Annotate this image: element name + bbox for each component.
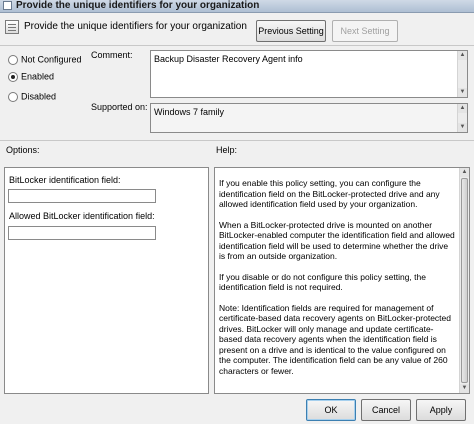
radio-enabled[interactable]: Enabled bbox=[8, 71, 54, 83]
help-paragraph: If you enable this policy setting, you c… bbox=[219, 178, 440, 209]
cancel-button[interactable]: Cancel bbox=[361, 399, 411, 421]
scroll-up-arrow-icon[interactable]: ▲ bbox=[458, 104, 467, 113]
previous-setting-button[interactable]: Previous Setting bbox=[256, 20, 326, 42]
scroll-down-arrow-icon[interactable]: ▼ bbox=[460, 384, 469, 393]
help-text: If you enable this policy setting, you c… bbox=[219, 178, 455, 386]
radio-enabled-indicator[interactable] bbox=[8, 71, 18, 82]
radio-disabled[interactable]: Disabled bbox=[8, 91, 56, 103]
radio-enabled-label: Enabled bbox=[21, 71, 55, 82]
comment-value: Backup Disaster Recovery Agent info bbox=[154, 54, 303, 64]
next-setting-button[interactable]: Next Setting bbox=[332, 20, 398, 42]
apply-button[interactable]: Apply bbox=[416, 399, 466, 421]
help-scroll-thumb[interactable] bbox=[461, 178, 468, 383]
bitlocker-id-field-label: BitLocker identification field: bbox=[9, 175, 121, 185]
supported-scrollbar[interactable]: ▲ ▼ bbox=[457, 104, 467, 132]
options-label: Options: bbox=[6, 145, 40, 155]
help-label: Help: bbox=[216, 145, 238, 155]
comment-textbox[interactable]: Backup Disaster Recovery Agent info ▲ ▼ bbox=[150, 50, 468, 98]
help-paragraph: If you disable or do not configure this … bbox=[219, 271, 426, 293]
setting-icon bbox=[5, 20, 19, 34]
scroll-up-arrow-icon[interactable]: ▲ bbox=[458, 51, 467, 60]
allowed-bitlocker-id-field-input[interactable] bbox=[8, 226, 156, 240]
scroll-down-arrow-icon[interactable]: ▼ bbox=[458, 123, 467, 132]
scroll-up-arrow-icon[interactable]: ▲ bbox=[460, 168, 469, 177]
allowed-bitlocker-id-field-label: Allowed BitLocker identification field: bbox=[9, 211, 155, 221]
comment-label: Comment: bbox=[91, 50, 133, 60]
supported-on-label: Supported on: bbox=[91, 102, 148, 112]
radio-not-configured[interactable]: Not Configured bbox=[8, 54, 82, 66]
header-separator bbox=[0, 45, 474, 46]
help-paragraph: When a BitLocker-protected drive is moun… bbox=[219, 219, 455, 262]
supported-on-value: Windows 7 family bbox=[154, 107, 225, 117]
radio-not-configured-label: Not Configured bbox=[21, 54, 82, 65]
policy-icon bbox=[3, 1, 12, 10]
options-panel: BitLocker identification field: Allowed … bbox=[4, 167, 209, 394]
help-panel: If you enable this policy setting, you c… bbox=[214, 167, 470, 394]
bitlocker-id-field-input[interactable] bbox=[8, 189, 156, 203]
section-separator bbox=[0, 140, 474, 141]
ok-button[interactable]: OK bbox=[306, 399, 356, 421]
radio-disabled-indicator[interactable] bbox=[8, 91, 18, 102]
setting-name: Provide the unique identifiers for your … bbox=[24, 21, 247, 32]
scroll-down-arrow-icon[interactable]: ▼ bbox=[458, 88, 467, 97]
window-titlebar[interactable]: Provide the unique identifiers for your … bbox=[0, 0, 474, 13]
radio-not-configured-indicator[interactable] bbox=[8, 54, 18, 65]
comment-scrollbar[interactable]: ▲ ▼ bbox=[457, 51, 467, 97]
supported-on-textbox: Windows 7 family ▲ ▼ bbox=[150, 103, 468, 133]
radio-disabled-label: Disabled bbox=[21, 91, 57, 102]
help-paragraph: Note: Identification fields are required… bbox=[219, 302, 451, 376]
window-title: Provide the unique identifiers for your … bbox=[16, 0, 260, 11]
help-scrollbar[interactable]: ▲ ▼ bbox=[459, 168, 469, 393]
